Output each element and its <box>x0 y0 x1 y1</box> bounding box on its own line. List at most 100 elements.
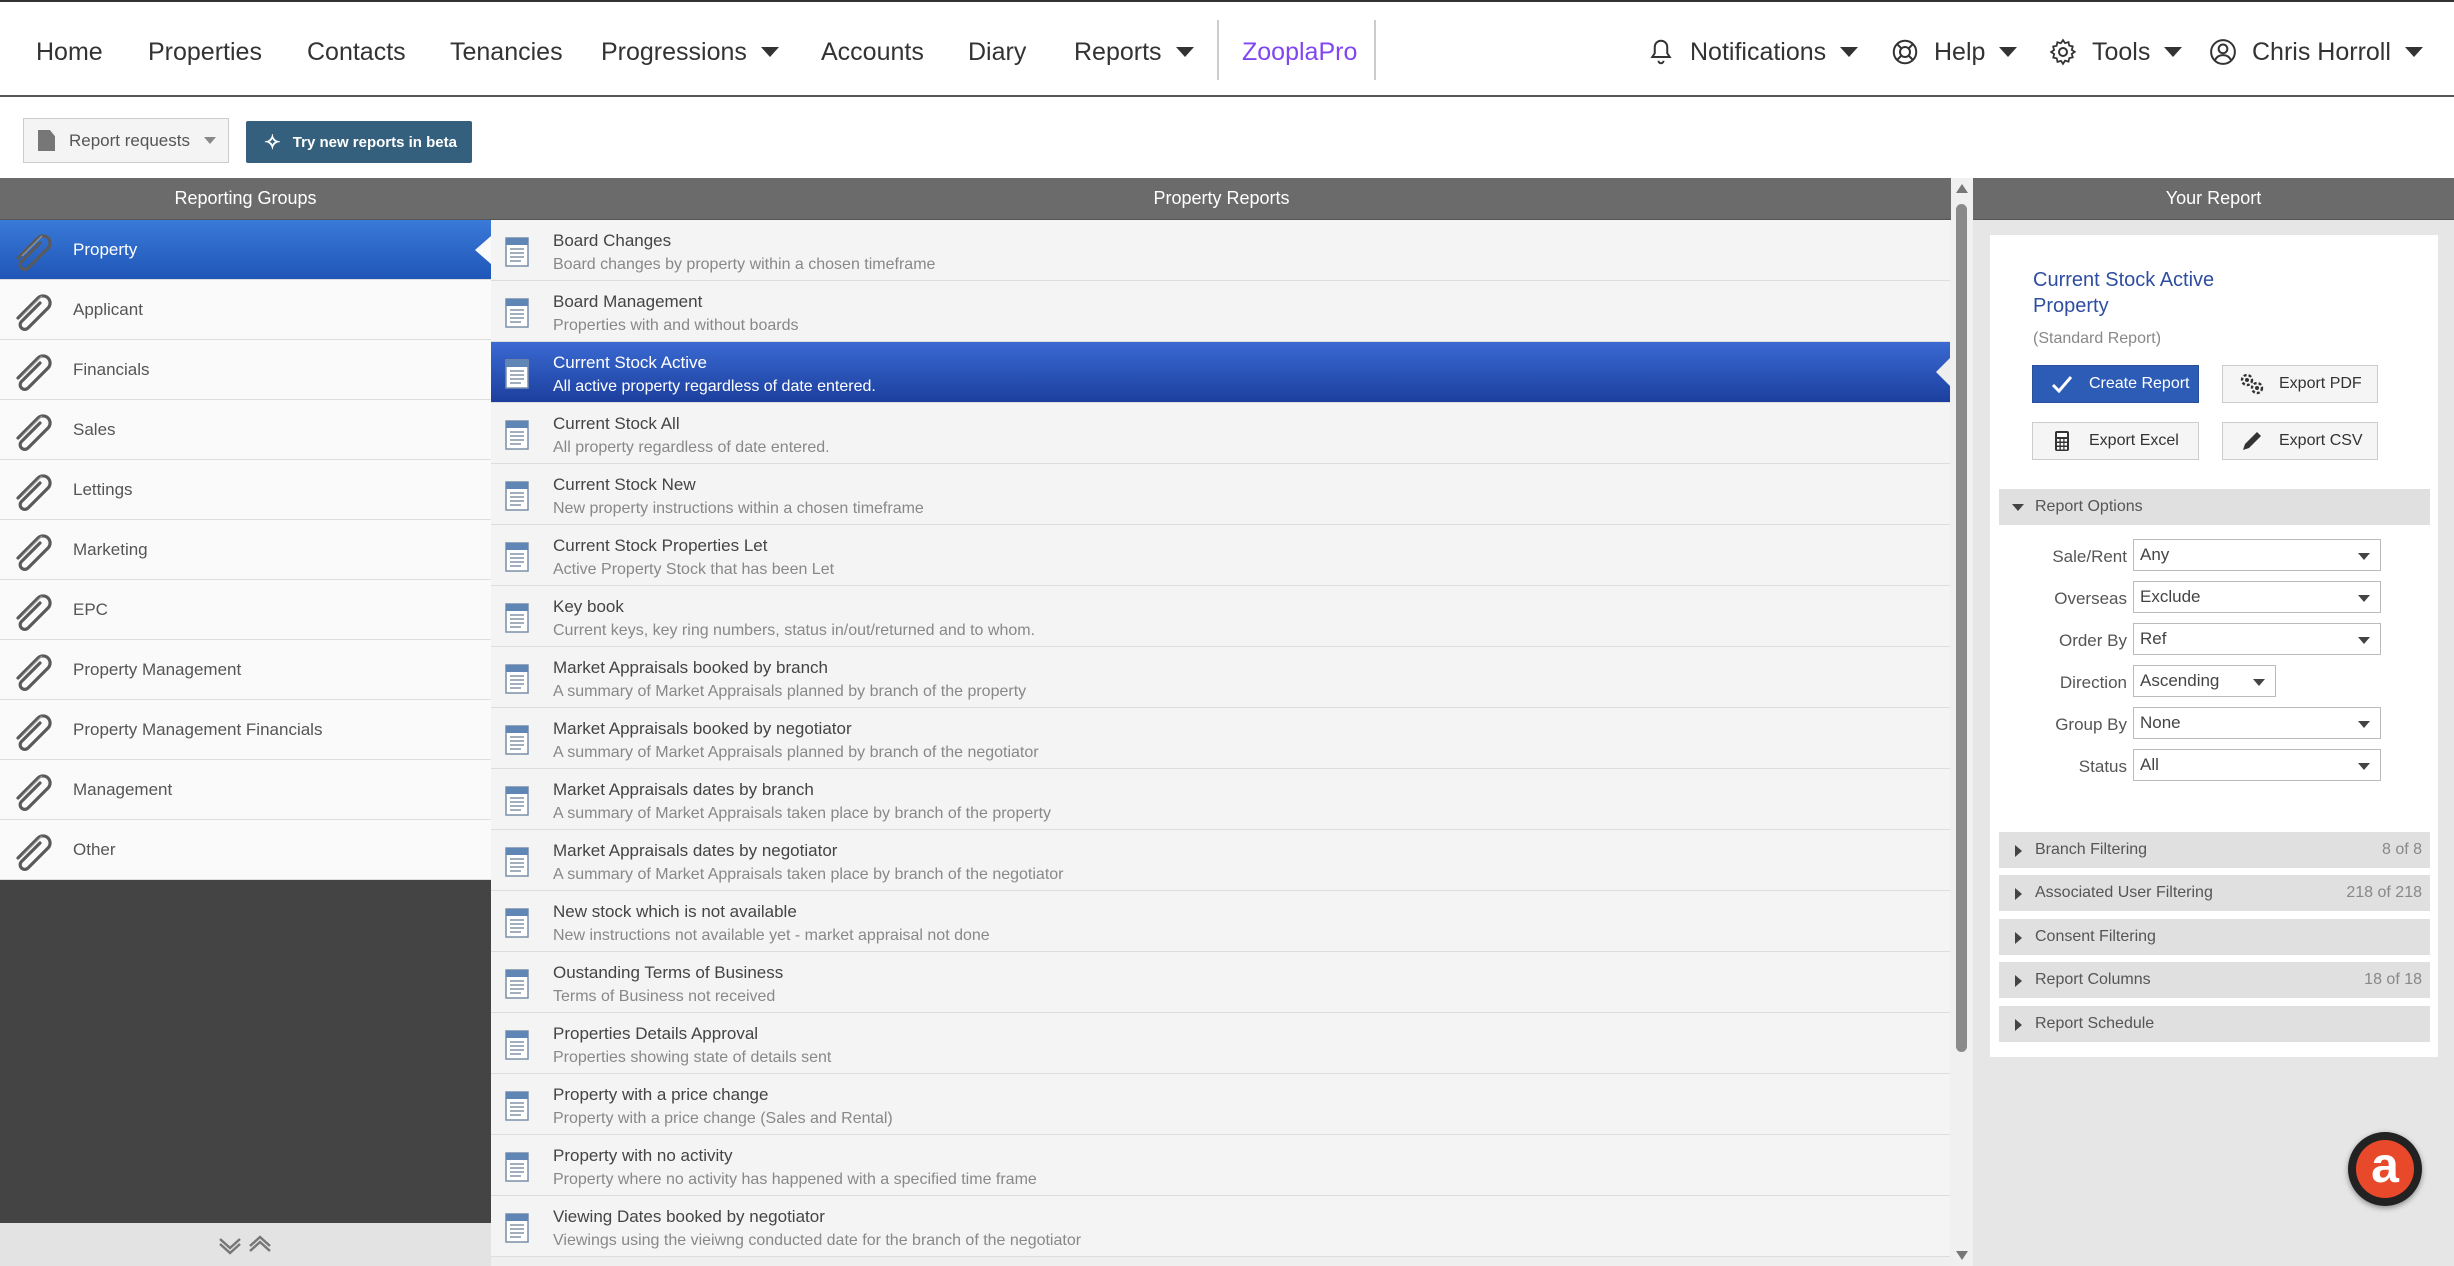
reporting-group-label: EPC <box>73 599 108 619</box>
branch-filtering-count: 8 of 8 <box>2381 841 2422 858</box>
scroll-up-arrow-icon[interactable] <box>1956 184 1968 193</box>
report-title: Board Changes <box>553 231 672 250</box>
report-description: All property regardless of date entered. <box>553 439 830 456</box>
chevron-down-icon <box>1999 47 2018 57</box>
paperclip-icon <box>8 348 62 392</box>
report-list-item[interactable]: Viewing Dates booked by negotiator Viewin… <box>491 1196 1950 1257</box>
property-reports-header: Property Reports <box>491 178 1952 220</box>
reporting-group-item[interactable]: Applicant <box>0 280 491 340</box>
scrollbar-thumb[interactable] <box>1956 204 1967 1052</box>
nav-tenancies[interactable]: Tenancies <box>450 36 563 68</box>
report-description: A summary of Market Appraisals planned b… <box>553 744 1039 761</box>
report-requests-dropdown[interactable]: Report requests <box>23 118 229 163</box>
report-list-item[interactable]: Current Stock New New property instructio… <box>491 464 1950 525</box>
report-title: Board Management <box>553 292 703 311</box>
nav-notifications[interactable]: Notifications <box>1646 36 1859 68</box>
reporting-group-item[interactable]: Financials <box>0 340 491 400</box>
report-title: Oustanding Terms of Business <box>553 963 784 982</box>
status-label: Status <box>2078 757 2127 776</box>
group-by-select[interactable]: None <box>2133 707 2381 739</box>
nav-diary[interactable]: Diary <box>968 36 1026 68</box>
property-reports-list: Board Changes Board changes by property w… <box>491 220 1973 1257</box>
report-list-item[interactable]: Board Management Properties with and with… <box>491 281 1950 342</box>
checkmark-icon <box>2051 376 2073 394</box>
nav-zooplapro[interactable]: ZooplaPro <box>1242 36 1357 68</box>
expand-collapse-chevrons-icon[interactable] <box>216 1233 276 1257</box>
reporting-group-item[interactable]: Property Management <box>0 640 491 700</box>
nav-reports[interactable]: Reports <box>1074 36 1194 68</box>
report-options-form: Sale/Rent Any Overseas Exclude Order By … <box>1999 527 2430 832</box>
report-list-item[interactable]: Market Appraisals booked by negotiator A … <box>491 708 1950 769</box>
nav-help[interactable]: Help <box>1890 36 2018 68</box>
panel-collapse-controls[interactable] <box>0 1223 491 1266</box>
associated-user-filtering-toggle[interactable]: Associated User Filtering 218 of 218 <box>1999 875 2430 911</box>
report-document-icon <box>501 356 533 390</box>
overseas-select[interactable]: Exclude <box>2133 581 2381 613</box>
report-list-item[interactable]: Property with a price change Property wit… <box>491 1074 1950 1135</box>
scroll-down-arrow-icon[interactable] <box>1956 1251 1968 1260</box>
order-by-select[interactable]: Ref <box>2133 623 2381 655</box>
chat-assistant-button[interactable]: a <box>2348 1132 2422 1206</box>
nav-user-menu[interactable]: Chris Horroll <box>2208 36 2423 68</box>
report-list-item[interactable]: Property with no activity Property where … <box>491 1135 1950 1196</box>
reporting-group-item[interactable]: Marketing <box>0 520 491 580</box>
nav-properties[interactable]: Properties <box>148 36 262 68</box>
export-excel-button[interactable]: Export Excel <box>2032 422 2199 460</box>
nav-progressions[interactable]: Progressions <box>601 36 779 68</box>
direction-select[interactable]: Ascending <box>2133 665 2276 697</box>
consent-filtering-toggle[interactable]: Consent Filtering <box>1999 919 2430 955</box>
report-list-item[interactable]: Market Appraisals dates by negotiator A s… <box>491 830 1950 891</box>
option-order-by: Order By Ref <box>1999 623 2430 657</box>
report-schedule-toggle[interactable]: Report Schedule <box>1999 1006 2430 1042</box>
nav-contacts[interactable]: Contacts <box>307 36 406 68</box>
gears-icon <box>2240 373 2264 395</box>
overseas-label: Overseas <box>2054 589 2127 608</box>
reporting-group-item[interactable]: EPC <box>0 580 491 640</box>
nav-divider <box>1374 20 1376 80</box>
chevron-down-icon <box>2164 47 2183 57</box>
nav-accounts[interactable]: Accounts <box>821 36 924 68</box>
report-description: Property where no activity has happened … <box>553 1171 1037 1188</box>
sale-rent-select[interactable]: Any <box>2133 539 2381 571</box>
reporting-group-label: Property Management Financials <box>73 719 323 739</box>
report-list-item[interactable]: Key book Current keys, key ring numbers, … <box>491 586 1950 647</box>
report-list-item[interactable]: New stock which is not available New inst… <box>491 891 1950 952</box>
reporting-group-item[interactable]: Property <box>0 220 491 280</box>
reporting-group-item[interactable]: Sales <box>0 400 491 460</box>
reporting-group-item[interactable]: Management <box>0 760 491 820</box>
report-list-item[interactable]: Market Appraisals booked by branch A summ… <box>491 647 1950 708</box>
report-card: Current Stock Active Property (Standard … <box>1990 235 2438 1057</box>
report-list-item[interactable]: Current Stock Active All active property … <box>491 342 1950 403</box>
reporting-group-label: Sales <box>73 419 116 439</box>
paperclip-icon <box>8 828 62 872</box>
reporting-group-item[interactable]: Property Management Financials <box>0 700 491 760</box>
consent-filtering-label: Consent Filtering <box>2035 928 2156 945</box>
export-excel-label: Export Excel <box>2089 432 2179 449</box>
report-title: Key book <box>553 597 624 616</box>
report-list-item[interactable]: Current Stock Properties Let Active Prope… <box>491 525 1950 586</box>
branch-filtering-toggle[interactable]: Branch Filtering 8 of 8 <box>1999 832 2430 868</box>
nav-tools[interactable]: Tools <box>2048 36 2183 68</box>
create-report-button[interactable]: Create Report <box>2032 365 2199 403</box>
branch-filtering-label: Branch Filtering <box>2035 841 2148 858</box>
report-description: All active property regardless of date e… <box>553 378 876 395</box>
document-icon <box>38 130 55 151</box>
try-beta-reports-button[interactable]: ✧ Try new reports in beta <box>246 121 472 163</box>
report-list-item[interactable]: Oustanding Terms of Business Terms of Bus… <box>491 952 1950 1013</box>
report-list-item[interactable]: Current Stock All All property regardless… <box>491 403 1950 464</box>
nav-user-name: Chris Horroll <box>2252 37 2391 66</box>
reporting-group-item[interactable]: Other <box>0 820 491 880</box>
report-columns-toggle[interactable]: Report Columns 18 of 18 <box>1999 962 2430 998</box>
export-csv-button[interactable]: Export CSV <box>2222 422 2378 460</box>
status-select[interactable]: All <box>2133 749 2381 781</box>
paperclip-icon <box>8 768 62 812</box>
reporting-group-item[interactable]: Lettings <box>0 460 491 520</box>
report-list-item[interactable]: Properties Details Approval Properties sh… <box>491 1013 1950 1074</box>
export-pdf-button[interactable]: Export PDF <box>2222 365 2378 403</box>
report-list-item[interactable]: Board Changes Board changes by property w… <box>491 220 1950 281</box>
nav-home[interactable]: Home <box>36 36 103 68</box>
report-list-item[interactable]: Market Appraisals dates by branch A summa… <box>491 769 1950 830</box>
report-description: Viewings using the vieiwng conducted dat… <box>553 1232 1082 1249</box>
reports-scrollbar[interactable] <box>1951 178 1973 1266</box>
report-options-toggle[interactable]: Report Options <box>1999 489 2430 525</box>
